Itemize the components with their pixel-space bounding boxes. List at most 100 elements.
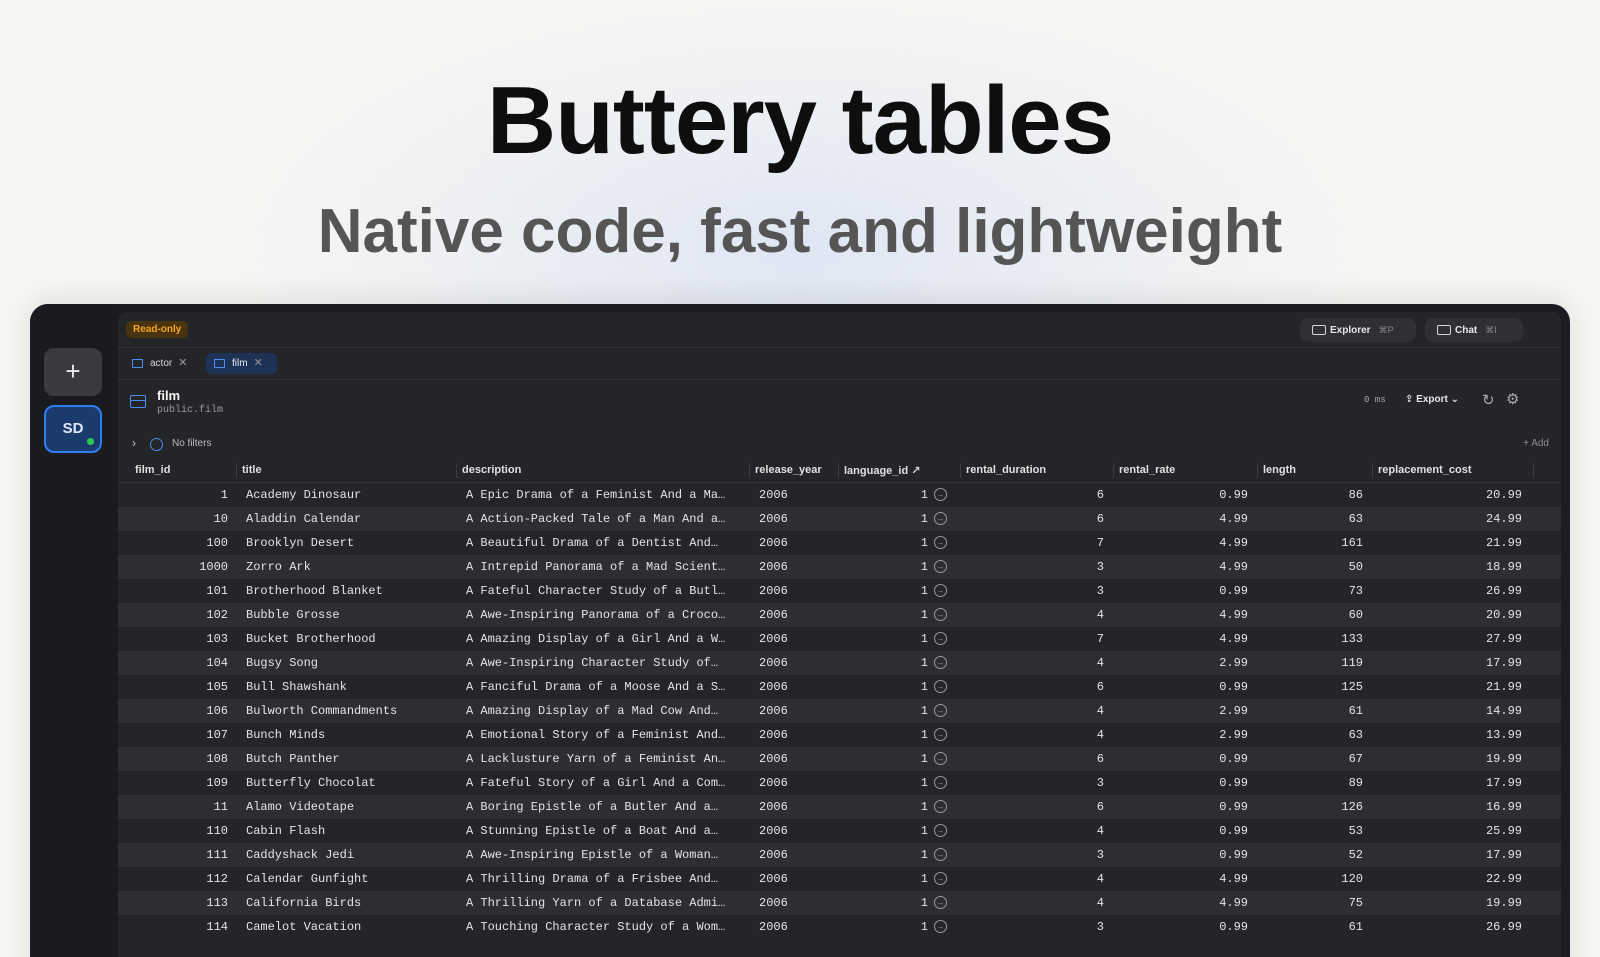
table-row[interactable]: 11 Alamo Videotape A Boring Epistle of a B… xyxy=(118,795,1561,819)
cell-release-year[interactable]: 2006 xyxy=(759,800,809,814)
explorer-button[interactable]: Explorer ⌘P xyxy=(1300,318,1416,342)
cell-film-id[interactable]: 100 xyxy=(128,536,228,550)
cell-description[interactable]: A Awe-Inspiring Character Study of… xyxy=(466,656,738,670)
cell-replacement-cost[interactable]: 26.99 xyxy=(1418,920,1522,934)
cell-rental-duration[interactable]: 3 xyxy=(1018,776,1104,790)
cell-title[interactable]: California Birds xyxy=(246,896,446,910)
cell-rental-rate[interactable]: 0.99 xyxy=(1148,920,1248,934)
table-row[interactable]: 111 Caddyshack Jedi A Awe-Inspiring Epistl… xyxy=(118,843,1561,867)
cell-length[interactable]: 63 xyxy=(1288,728,1363,742)
cell-replacement-cost[interactable]: 26.99 xyxy=(1418,584,1522,598)
cell-film-id[interactable]: 1000 xyxy=(128,560,228,574)
cell-release-year[interactable]: 2006 xyxy=(759,608,809,622)
cell-language-id[interactable]: 1 xyxy=(878,632,928,646)
cell-language-id[interactable]: 1 xyxy=(878,512,928,526)
cell-film-id[interactable]: 108 xyxy=(128,752,228,766)
cell-rental-rate[interactable]: 4.99 xyxy=(1148,632,1248,646)
cell-release-year[interactable]: 2006 xyxy=(759,632,809,646)
cell-length[interactable]: 75 xyxy=(1288,896,1363,910)
cell-rental-rate[interactable]: 0.99 xyxy=(1148,488,1248,502)
cell-rental-rate[interactable]: 0.99 xyxy=(1148,584,1248,598)
cell-language-id[interactable]: 1 xyxy=(878,872,928,886)
cell-rental-duration[interactable]: 6 xyxy=(1018,680,1104,694)
refresh-icon[interactable]: ↻ xyxy=(1482,391,1495,409)
cell-language-id[interactable]: 1 xyxy=(878,608,928,622)
cell-release-year[interactable]: 2006 xyxy=(759,584,809,598)
cell-title[interactable]: Bucket Brotherhood xyxy=(246,632,446,646)
column-resize-handle[interactable] xyxy=(960,463,961,478)
column-header-film-id[interactable]: film_id xyxy=(135,464,170,478)
cell-description[interactable]: A Beautiful Drama of a Dentist And… xyxy=(466,536,738,550)
cell-description[interactable]: A Emotional Story of a Feminist And… xyxy=(466,728,738,742)
foreign-key-link-icon[interactable]: → xyxy=(934,512,947,525)
cell-rental-duration[interactable]: 3 xyxy=(1018,920,1104,934)
cell-language-id[interactable]: 1 xyxy=(878,752,928,766)
cell-replacement-cost[interactable]: 25.99 xyxy=(1418,824,1522,838)
cell-replacement-cost[interactable]: 18.99 xyxy=(1418,560,1522,574)
cell-replacement-cost[interactable]: 17.99 xyxy=(1418,656,1522,670)
cell-description[interactable]: A Thrilling Drama of a Frisbee And… xyxy=(466,872,738,886)
foreign-key-link-icon[interactable]: → xyxy=(934,920,947,933)
cell-film-id[interactable]: 104 xyxy=(128,656,228,670)
cell-description[interactable]: A Touching Character Study of a Wom… xyxy=(466,920,738,934)
cell-title[interactable]: Alamo Videotape xyxy=(246,800,446,814)
cell-release-year[interactable]: 2006 xyxy=(759,704,809,718)
foreign-key-link-icon[interactable]: → xyxy=(934,488,947,501)
cell-language-id[interactable]: 1 xyxy=(878,680,928,694)
cell-description[interactable]: A Awe-Inspiring Panorama of a Croco… xyxy=(466,608,738,622)
cell-replacement-cost[interactable]: 20.99 xyxy=(1418,488,1522,502)
cell-title[interactable]: Brotherhood Blanket xyxy=(246,584,446,598)
cell-rental-duration[interactable]: 4 xyxy=(1018,704,1104,718)
cell-description[interactable]: A Stunning Epistle of a Boat And a… xyxy=(466,824,738,838)
cell-film-id[interactable]: 10 xyxy=(128,512,228,526)
cell-rental-duration[interactable]: 3 xyxy=(1018,584,1104,598)
cell-release-year[interactable]: 2006 xyxy=(759,776,809,790)
cell-release-year[interactable]: 2006 xyxy=(759,656,809,670)
foreign-key-link-icon[interactable]: → xyxy=(934,824,947,837)
cell-rental-rate[interactable]: 4.99 xyxy=(1148,608,1248,622)
cell-length[interactable]: 61 xyxy=(1288,704,1363,718)
cell-release-year[interactable]: 2006 xyxy=(759,680,809,694)
cell-replacement-cost[interactable]: 13.99 xyxy=(1418,728,1522,742)
cell-film-id[interactable]: 101 xyxy=(128,584,228,598)
cell-replacement-cost[interactable]: 19.99 xyxy=(1418,896,1522,910)
foreign-key-link-icon[interactable]: → xyxy=(934,872,947,885)
column-header-rental-rate[interactable]: rental_rate xyxy=(1119,464,1175,478)
cell-rental-duration[interactable]: 3 xyxy=(1018,848,1104,862)
column-resize-handle[interactable] xyxy=(456,463,457,478)
cell-title[interactable]: Bulworth Commandments xyxy=(246,704,446,718)
tab-actor[interactable]: actor ✕ xyxy=(124,353,199,374)
table-row[interactable]: 1 Academy Dinosaur A Epic Drama of a Femin… xyxy=(118,483,1561,507)
cell-rental-rate[interactable]: 4.99 xyxy=(1148,872,1248,886)
cell-film-id[interactable]: 109 xyxy=(128,776,228,790)
cell-language-id[interactable]: 1 xyxy=(878,536,928,550)
table-row[interactable]: 101 Brotherhood Blanket A Fateful Characte… xyxy=(118,579,1561,603)
cell-release-year[interactable]: 2006 xyxy=(759,488,809,502)
cell-description[interactable]: A Boring Epistle of a Butler And a… xyxy=(466,800,738,814)
foreign-key-link-icon[interactable]: → xyxy=(934,776,947,789)
cell-title[interactable]: Zorro Ark xyxy=(246,560,446,574)
cell-description[interactable]: A Fateful Story of a Girl And a Com… xyxy=(466,776,738,790)
table-row[interactable]: 110 Cabin Flash A Stunning Epistle of a Bo… xyxy=(118,819,1561,843)
cell-language-id[interactable]: 1 xyxy=(878,920,928,934)
cell-description[interactable]: A Amazing Display of a Mad Cow And… xyxy=(466,704,738,718)
close-icon[interactable]: ✕ xyxy=(178,357,187,369)
cell-title[interactable]: Bubble Grosse xyxy=(246,608,446,622)
cell-language-id[interactable]: 1 xyxy=(878,848,928,862)
cell-length[interactable]: 126 xyxy=(1288,800,1363,814)
cell-length[interactable]: 133 xyxy=(1288,632,1363,646)
column-resize-handle[interactable] xyxy=(838,463,839,478)
foreign-key-link-icon[interactable]: → xyxy=(934,752,947,765)
column-header-description[interactable]: description xyxy=(462,464,521,478)
cell-release-year[interactable]: 2006 xyxy=(759,512,809,526)
cell-description[interactable]: A Awe-Inspiring Epistle of a Woman… xyxy=(466,848,738,862)
cell-language-id[interactable]: 1 xyxy=(878,800,928,814)
cell-rental-rate[interactable]: 0.99 xyxy=(1148,680,1248,694)
cell-rental-duration[interactable]: 4 xyxy=(1018,896,1104,910)
cell-length[interactable]: 53 xyxy=(1288,824,1363,838)
table-row[interactable]: 109 Butterfly Chocolat A Fateful Story of … xyxy=(118,771,1561,795)
cell-replacement-cost[interactable]: 24.99 xyxy=(1418,512,1522,526)
cell-length[interactable]: 50 xyxy=(1288,560,1363,574)
table-row[interactable]: 113 California Birds A Thrilling Yarn of a… xyxy=(118,891,1561,915)
cell-rental-duration[interactable]: 4 xyxy=(1018,872,1104,886)
